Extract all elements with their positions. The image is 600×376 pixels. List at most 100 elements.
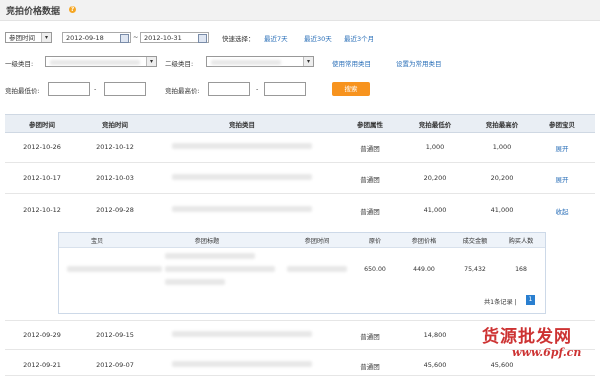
title-cell-blurred — [165, 279, 225, 285]
column-header: 参团宝贝 — [549, 121, 575, 129]
attr-cell: 普通团 — [360, 208, 380, 216]
watermark-url: www.6pf.cn — [512, 346, 582, 359]
auction-time-cell: 2012-09-15 — [96, 331, 134, 339]
join-time-cell: 2012-09-21 — [23, 361, 61, 369]
join-time-cell: 2012-09-29 — [23, 331, 61, 339]
min-price-cell: 45,600 — [423, 361, 447, 369]
join-time-cell: 2012-10-12 — [23, 206, 61, 214]
auction-time-cell: 2012-10-03 — [96, 174, 134, 182]
group-price-cell: 449.00 — [413, 266, 435, 273]
time-type-value: 参团时间 — [9, 34, 35, 42]
chevron-down-icon: ▾ — [146, 57, 156, 66]
min-price-cell: 20,200 — [423, 174, 447, 182]
pager-count: 共1条记录 — [484, 299, 513, 306]
search-button[interactable]: 搜索 — [332, 82, 370, 96]
page-header: 竞拍价格数据 ? — [0, 0, 600, 21]
column-header: 参团属性 — [357, 121, 383, 129]
attr-cell: 普通团 — [360, 176, 380, 184]
quick-select-30days[interactable]: 最近30天 — [304, 33, 332, 43]
table-row: 2012-10-26 2012-10-12 普通团 1,000 1,000 展开 — [5, 132, 595, 163]
column-header: 竞拍类目 — [229, 121, 255, 129]
time-type-select[interactable]: 参团时间 ▾ — [5, 32, 52, 43]
date-to-value: 2012-10-31 — [144, 34, 182, 42]
min-price-cell: 1,000 — [425, 143, 445, 151]
detail-column-header: 成交金额 — [462, 238, 488, 245]
date-to-field[interactable]: 2012-10-31 — [140, 32, 209, 43]
min-price-cell: 14,800 — [423, 331, 447, 339]
time-cell-blurred — [287, 266, 347, 272]
max-price-to-input[interactable] — [264, 82, 306, 96]
detail-column-header: 购买人数 — [508, 238, 534, 245]
quick-select-7days[interactable]: 最近7天 — [264, 33, 288, 43]
pager-summary: 共1条记录 | — [484, 297, 517, 306]
max-price-cell: 41,000 — [490, 206, 514, 214]
date-from-field[interactable]: 2012-09-18 — [62, 32, 131, 43]
category-cell-blurred — [172, 361, 312, 367]
detail-column-header: 参团标题 — [194, 238, 220, 245]
title-cell-blurred — [165, 266, 275, 272]
join-time-cell: 2012-10-26 — [23, 143, 61, 151]
auction-time-cell: 2012-10-12 — [96, 143, 134, 151]
category1-label: 一级类目: — [5, 60, 34, 68]
collapse-link[interactable]: 收起 — [556, 206, 569, 216]
category1-value-blurred — [50, 60, 140, 65]
detail-column-header: 参团价格 — [411, 238, 437, 245]
detail-column-header: 宝贝 — [90, 238, 104, 245]
expand-link[interactable]: 展开 — [556, 143, 569, 153]
table-row: 2012-10-12 2012-09-28 普通团 41,000 41,000 … — [5, 194, 595, 224]
quick-select-label: 快速选择： — [222, 35, 255, 43]
chevron-down-icon: ▾ — [303, 57, 313, 66]
table-row: 2012-10-17 2012-10-03 普通团 20,200 20,200 … — [5, 163, 595, 194]
set-common-category-link[interactable]: 设置为常用类目 — [396, 58, 442, 68]
detail-column-header: 参团时间 — [304, 238, 330, 245]
column-header: 竞拍最高价 — [485, 121, 519, 129]
date-separator: ~ — [133, 33, 139, 41]
category-cell-blurred — [172, 143, 312, 149]
date-from-value: 2012-09-18 — [66, 34, 104, 42]
category-cell-blurred — [172, 206, 312, 212]
category-cell-blurred — [172, 331, 312, 337]
max-price-cell: 20,200 — [490, 174, 514, 182]
column-header: 参团时间 — [29, 121, 55, 129]
table-header: 参团时间 竞拍时间 竞拍类目 参团属性 竞拍最低价 竞拍最高价 参团宝贝 — [5, 114, 595, 133]
page-title: 竞拍价格数据 — [6, 7, 61, 17]
min-price-from-input[interactable] — [48, 82, 90, 96]
min-price-to-input[interactable] — [104, 82, 146, 96]
table-row: 2012-09-21 2012-09-07 普通团 45,600 45,600 — [5, 349, 595, 376]
detail-header: 宝贝 参团标题 参团时间 原价 参团价格 成交金额 购买人数 — [59, 233, 545, 248]
min-price-range-sep: - — [94, 85, 97, 93]
calendar-icon[interactable] — [198, 34, 207, 43]
pager-separator: | — [514, 299, 517, 306]
column-header: 竞拍时间 — [102, 121, 128, 129]
help-icon[interactable]: ? — [69, 6, 76, 13]
category2-value-blurred — [211, 60, 281, 65]
category1-select[interactable]: ▾ — [45, 56, 157, 67]
expand-link[interactable]: 展开 — [556, 174, 569, 184]
orig-price-cell: 650.00 — [364, 266, 386, 273]
min-price-label: 竞拍最低价: — [5, 87, 40, 95]
category2-select[interactable]: ▾ — [206, 56, 314, 67]
calendar-icon[interactable] — [120, 34, 129, 43]
auction-time-cell: 2012-09-28 — [96, 206, 134, 214]
max-price-cell: 45,600 — [490, 361, 514, 369]
join-time-cell: 2012-10-17 — [23, 174, 61, 182]
amount-cell: 75,432 — [464, 266, 486, 273]
use-common-category-link[interactable]: 使用常用类目 — [332, 58, 371, 68]
watermark-logo: 货源批发网 — [482, 327, 572, 347]
max-price-cell: 1,000 — [492, 143, 512, 151]
max-price-from-input[interactable] — [208, 82, 250, 96]
min-price-cell: 41,000 — [423, 206, 447, 214]
chevron-down-icon: ▾ — [41, 33, 51, 42]
attr-cell: 普通团 — [360, 145, 380, 153]
category2-label: 二级类目: — [165, 60, 194, 68]
page-1-button[interactable]: 1 — [526, 295, 535, 305]
detail-panel: 宝贝 参团标题 参团时间 原价 参团价格 成交金额 购买人数 650.00 44… — [58, 232, 546, 314]
quick-select-3months[interactable]: 最近3个月 — [344, 33, 374, 43]
title-cell-blurred — [165, 253, 255, 259]
category-cell-blurred — [172, 174, 312, 180]
attr-cell: 普通团 — [360, 333, 380, 341]
detail-column-header: 原价 — [368, 238, 382, 245]
max-price-label: 竞拍最高价: — [165, 87, 200, 95]
attr-cell: 普通团 — [360, 363, 380, 371]
max-price-range-sep: - — [256, 85, 259, 93]
